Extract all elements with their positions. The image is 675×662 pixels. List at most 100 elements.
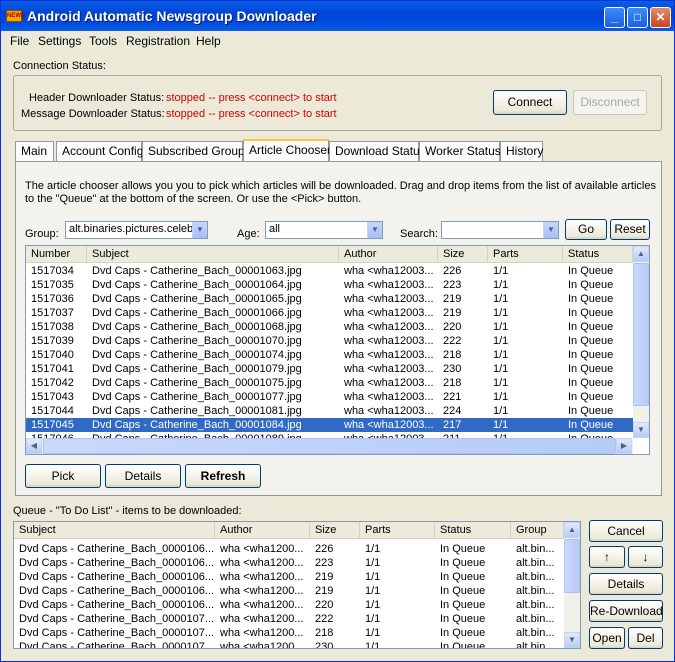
column-number-header[interactable]: Number [26, 246, 87, 263]
tab-main[interactable]: Main [15, 141, 54, 161]
queue-list-vscrollbar[interactable]: ▲ ▼ [564, 522, 580, 648]
chevron-down-icon[interactable]: ▼ [367, 222, 382, 238]
minimize-button[interactable]: _ [604, 7, 625, 28]
cell-author: wha <wha12003... [344, 307, 434, 319]
queue-column-size-header[interactable]: Size [310, 522, 360, 539]
cell-number: 1517034 [31, 265, 74, 277]
scroll-down-icon[interactable]: ▼ [633, 422, 649, 438]
open-button[interactable]: Open [589, 627, 625, 649]
table-row[interactable]: 1517041 Dvd Caps - Catherine_Bach_0000107… [26, 362, 633, 376]
scroll-up-icon[interactable]: ▲ [564, 522, 580, 538]
column-subject-header[interactable]: Subject [87, 246, 339, 263]
move-up-button[interactable]: ↑ [589, 546, 625, 568]
table-row[interactable]: 1517036 Dvd Caps - Catherine_Bach_0000106… [26, 292, 633, 306]
queue-column-subject-header[interactable]: Subject [14, 522, 215, 539]
table-row[interactable]: 1517042 Dvd Caps - Catherine_Bach_0000107… [26, 376, 633, 390]
list-item[interactable]: Dvd Caps - Catherine_Bach_0000106... wha … [14, 542, 564, 556]
menu-help[interactable]: Help [196, 34, 221, 48]
header-status-value: stopped -- press <connect> to start [166, 92, 337, 104]
list-item[interactable]: Dvd Caps - Catherine_Bach_0000107... wha … [14, 640, 564, 648]
list-item[interactable]: Dvd Caps - Catherine_Bach_0000106... wha … [14, 598, 564, 612]
list-item[interactable]: Dvd Caps - Catherine_Bach_0000106... wha … [14, 584, 564, 598]
table-row[interactable]: 1517038 Dvd Caps - Catherine_Bach_0000106… [26, 320, 633, 334]
scroll-right-icon[interactable]: ▶ [616, 438, 632, 454]
tab-article-chooser[interactable]: Article Chooser [243, 139, 331, 162]
menu-registration[interactable]: Registration [126, 34, 190, 48]
queue-details-button[interactable]: Details [589, 573, 663, 595]
queue-column-parts-header[interactable]: Parts [360, 522, 435, 539]
redownload-button[interactable]: Re-Download [589, 600, 663, 622]
cell-status: In Queue [568, 293, 614, 305]
table-row[interactable]: 1517039 Dvd Caps - Catherine_Bach_0000107… [26, 334, 633, 348]
scrollbar-thumb[interactable] [564, 539, 580, 593]
queue-column-group-header[interactable]: Group [511, 522, 564, 539]
article-list-vscrollbar[interactable]: ▲ ▼ [633, 246, 649, 438]
tab-subscribed-groups[interactable]: Subscribed Groups [142, 141, 251, 161]
search-input[interactable]: ▼ [441, 221, 559, 239]
queue-column-author-header[interactable]: Author [215, 522, 310, 539]
title-bar[interactable]: NEWS Android Automatic Newsgroup Downloa… [1, 1, 674, 31]
column-status-header[interactable]: Status [563, 246, 633, 263]
go-button[interactable]: Go [565, 219, 607, 240]
table-row[interactable]: 1517044 Dvd Caps - Catherine_Bach_0000108… [26, 404, 633, 418]
scrollbar-thumb[interactable] [43, 438, 616, 454]
cell-number: 1517043 [31, 391, 74, 403]
scrollbar-thumb[interactable] [633, 263, 649, 406]
age-select[interactable]: all ▼ [265, 221, 383, 239]
chevron-down-icon[interactable]: ▼ [192, 222, 207, 238]
tab-history[interactable]: History [500, 141, 543, 161]
queue-list[interactable]: Subject Author Size Parts Status Group D… [13, 521, 581, 649]
cell-author: wha <wha12003... [344, 419, 434, 431]
refresh-button[interactable]: Refresh [185, 464, 261, 488]
cell-number: 1517045 [31, 419, 74, 431]
connection-status-label: Connection Status: [13, 60, 106, 72]
scroll-up-icon[interactable]: ▲ [633, 246, 649, 262]
menu-file[interactable]: File [10, 34, 29, 48]
list-item[interactable]: Dvd Caps - Catherine_Bach_0000107... wha … [14, 612, 564, 626]
column-author-header[interactable]: Author [339, 246, 438, 263]
menu-tools[interactable]: Tools [89, 34, 117, 48]
column-size-header[interactable]: Size [438, 246, 488, 263]
list-item[interactable]: Dvd Caps - Catherine_Bach_0000106... wha … [14, 556, 564, 570]
table-row[interactable]: 1517040 Dvd Caps - Catherine_Bach_0000107… [26, 348, 633, 362]
menu-settings[interactable]: Settings [38, 34, 81, 48]
chevron-down-icon[interactable]: ▼ [543, 222, 558, 238]
tab-download-status[interactable]: Download Status [329, 141, 426, 161]
list-item[interactable]: Dvd Caps - Catherine_Bach_0000106... wha … [14, 570, 564, 584]
scroll-down-icon[interactable]: ▼ [564, 632, 580, 648]
move-down-button[interactable]: ↓ [628, 546, 663, 568]
disconnect-button[interactable]: Disconnect [573, 90, 647, 115]
pick-button[interactable]: Pick [25, 464, 101, 488]
cell-number: 1517038 [31, 321, 74, 333]
table-row[interactable]: 1517045 Dvd Caps - Catherine_Bach_0000108… [26, 418, 633, 432]
queue-column-status-header[interactable]: Status [435, 522, 511, 539]
cell-subject: Dvd Caps - Catherine_Bach_00001075.jpg [92, 377, 302, 389]
table-row[interactable]: 1517035 Dvd Caps - Catherine_Bach_0000106… [26, 278, 633, 292]
cell-parts: 1/1 [493, 307, 509, 319]
cell-author: wha <wha12003... [344, 391, 434, 403]
cell-size: 220 [443, 321, 462, 333]
queue-cell-parts: 1/1 [365, 599, 381, 611]
close-button[interactable]: ✕ [650, 7, 671, 28]
column-parts-header[interactable]: Parts [488, 246, 563, 263]
reset-button[interactable]: Reset [610, 219, 650, 240]
menu-bar: File Settings Tools Registration Help [1, 31, 674, 51]
table-row[interactable]: 1517034 Dvd Caps - Catherine_Bach_0000106… [26, 264, 633, 278]
tab-worker-status[interactable]: Worker Status [419, 141, 501, 161]
queue-cell-parts: 1/1 [365, 613, 381, 625]
cell-subject: Dvd Caps - Catherine_Bach_00001074.jpg [92, 349, 302, 361]
group-select[interactable]: alt.binaries.pictures.celebri ▼ [65, 221, 208, 239]
article-list-hscrollbar[interactable]: ◀ ▶ [26, 438, 633, 454]
list-item[interactable]: Dvd Caps - Catherine_Bach_0000107... wha … [14, 626, 564, 640]
cell-status: In Queue [568, 265, 614, 277]
details-button[interactable]: Details [105, 464, 181, 488]
tab-account-config[interactable]: Account Config [56, 141, 143, 161]
table-row[interactable]: 1517037 Dvd Caps - Catherine_Bach_0000106… [26, 306, 633, 320]
delete-button[interactable]: Del [628, 627, 663, 649]
table-row[interactable]: 1517043 Dvd Caps - Catherine_Bach_0000107… [26, 390, 633, 404]
connect-button[interactable]: Connect [493, 90, 567, 115]
maximize-button[interactable]: □ [627, 7, 648, 28]
article-list[interactable]: Number Subject Author Size Parts Status … [25, 245, 650, 455]
cancel-button[interactable]: Cancel [589, 520, 663, 542]
scroll-left-icon[interactable]: ◀ [26, 438, 42, 454]
